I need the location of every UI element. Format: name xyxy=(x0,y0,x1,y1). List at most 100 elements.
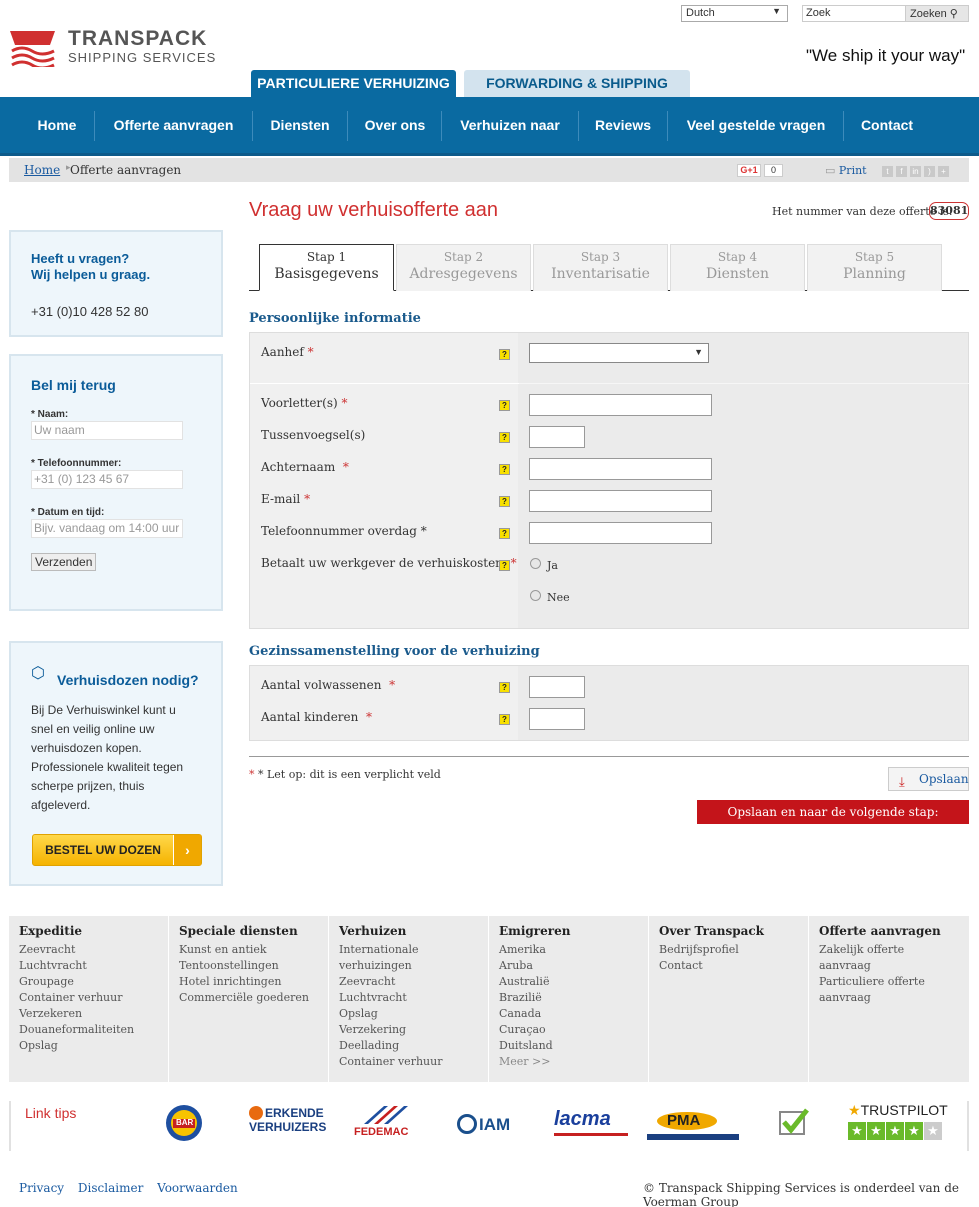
tab-step-1[interactable]: Stap 1 Basisgegevens xyxy=(259,244,394,291)
footer-link[interactable]: Kunst en antiek xyxy=(179,942,318,958)
erkende-verhuizers-logo[interactable]: ERKENDE VERHUIZERS xyxy=(249,1105,326,1141)
disclaimer-link[interactable]: Disclaimer xyxy=(78,1181,143,1195)
nav-offerte-aanvragen[interactable]: Offerte aanvragen xyxy=(100,97,247,153)
achternaam-field[interactable] xyxy=(529,458,712,480)
linkedin-icon[interactable]: in xyxy=(910,166,921,177)
footer-link[interactable]: Brazilië xyxy=(499,990,638,1006)
bar-logo[interactable]: BAR xyxy=(163,1104,205,1142)
help-icon[interactable]: ? xyxy=(499,400,510,411)
nav-reviews[interactable]: Reviews xyxy=(584,97,662,153)
nav-diensten[interactable]: Diensten xyxy=(258,97,342,153)
tab-forwarding-shipping[interactable]: FORWARDING & SHIPPING xyxy=(464,70,690,97)
footer-link[interactable]: Bedrijfsprofiel xyxy=(659,942,798,958)
tab-step-2[interactable]: Stap 2 Adresgegevens xyxy=(396,244,531,291)
footer-link[interactable]: Luchtvracht xyxy=(339,990,478,1006)
footer-link[interactable]: Zakelijk offerte aanvraag xyxy=(819,942,959,974)
search-button[interactable]: Zoeken ⚲ xyxy=(905,5,969,22)
slogan: "We ship it your way" xyxy=(806,46,966,65)
footer-link[interactable]: Deellading xyxy=(339,1038,478,1054)
email-field[interactable] xyxy=(529,490,712,512)
twitter-icon[interactable]: t xyxy=(882,166,893,177)
telefoon-field[interactable] xyxy=(529,522,712,544)
footer-more-link[interactable]: Meer >> xyxy=(499,1054,638,1070)
volwassenen-field[interactable] xyxy=(529,676,585,698)
footer-link[interactable]: Douaneformaliteiten xyxy=(19,1022,158,1038)
next-step-button[interactable]: Opslaan en naar de volgende stap: Adresg… xyxy=(697,800,969,843)
footer-link[interactable]: Commerciële goederen xyxy=(179,990,318,1006)
nav-verhuizen-naar[interactable]: Verhuizen naar xyxy=(447,97,573,153)
chevron-down-icon: ▼ xyxy=(694,347,703,357)
voorletters-field[interactable] xyxy=(529,394,712,416)
footer-link[interactable]: Verzekering xyxy=(339,1022,478,1038)
footer-link[interactable]: Luchtvracht xyxy=(19,958,158,974)
order-boxes-button[interactable]: BESTEL UW DOZEN › xyxy=(32,834,202,866)
gplus-button[interactable]: G+1 xyxy=(737,164,761,177)
footer-link[interactable]: Curaçao xyxy=(499,1022,638,1038)
help-icon[interactable]: ? xyxy=(499,714,510,725)
footer-link[interactable]: Zeevracht xyxy=(19,942,158,958)
chevron-down-icon: ▼ xyxy=(772,6,781,16)
help-icon[interactable]: ? xyxy=(499,432,510,443)
phone-field[interactable]: +31 (0) 123 45 67 xyxy=(31,470,183,489)
help-icon[interactable]: ? xyxy=(499,682,510,693)
footer-link[interactable]: Verzekeren xyxy=(19,1006,158,1022)
footer-link[interactable]: Canada xyxy=(499,1006,638,1022)
help-icon[interactable]: ? xyxy=(499,464,510,475)
nav-contact[interactable]: Contact xyxy=(849,97,925,153)
tab-step-5[interactable]: Stap 5 Planning xyxy=(807,244,942,291)
trustpilot-logo[interactable]: ★TRUSTPILOT ★ ★ ★ ★ ★ xyxy=(848,1102,948,1148)
help-icon[interactable]: ? xyxy=(499,528,510,539)
callback-submit-button[interactable]: Verzenden xyxy=(31,553,97,571)
tab-step-3[interactable]: Stap 3 Inventarisatie xyxy=(533,244,668,291)
footer-link[interactable]: Contact xyxy=(659,958,798,974)
tussenvoegsel-field[interactable] xyxy=(529,426,585,448)
footer-link[interactable]: Aruba xyxy=(499,958,638,974)
logo[interactable] xyxy=(10,31,55,70)
footer-link[interactable]: Groupage xyxy=(19,974,158,990)
footer-link[interactable]: Amerika xyxy=(499,942,638,958)
help-icon[interactable]: ? xyxy=(499,496,510,507)
footer-link[interactable]: Opslag xyxy=(339,1006,478,1022)
privacy-link[interactable]: Privacy xyxy=(19,1181,64,1195)
print-button[interactable]: ▭ Print xyxy=(825,164,867,177)
iam-logo[interactable]: IAM xyxy=(457,1110,521,1140)
voorwaarden-link[interactable]: Voorwaarden xyxy=(157,1181,238,1195)
rss-icon[interactable]: ) xyxy=(924,166,935,177)
name-field[interactable]: Uw naam xyxy=(31,421,183,440)
facebook-icon[interactable]: f xyxy=(896,166,907,177)
radio-nee[interactable] xyxy=(530,590,541,601)
help-box: Heeft u vragen? Wij helpen u graag. +31 … xyxy=(9,230,223,337)
tussenvoegsel-label: Tussenvoegsel(s) xyxy=(261,428,366,442)
footer-link[interactable]: Container verhuur xyxy=(339,1054,478,1070)
radio-ja[interactable] xyxy=(530,558,541,569)
chevron-right-icon: › xyxy=(173,835,201,865)
footer-link[interactable]: Hotel inrichtingen xyxy=(179,974,318,990)
pma-logo[interactable]: PMA xyxy=(647,1110,739,1144)
nav-over-ons[interactable]: Over ons xyxy=(353,97,437,153)
footer-link[interactable]: Duitsland xyxy=(499,1038,638,1054)
search-input[interactable]: Zoek xyxy=(802,5,906,22)
date-field[interactable]: Bijv. vandaag om 14:00 uur xyxy=(31,519,183,538)
lacma-logo[interactable]: lacma xyxy=(554,1108,630,1138)
tab-step-4[interactable]: Stap 4 Diensten xyxy=(670,244,805,291)
checkmark-logo-icon[interactable] xyxy=(777,1106,811,1140)
footer-link[interactable]: Particuliere offerte aanvraag xyxy=(819,974,959,1006)
footer-link[interactable]: Opslag xyxy=(19,1038,158,1054)
tab-particuliere-verhuizing[interactable]: PARTICULIERE VERHUIZING xyxy=(251,70,456,97)
nav-veel-gestelde-vragen[interactable]: Veel gestelde vragen xyxy=(673,97,839,153)
save-button[interactable]: ⤓ Opslaan xyxy=(888,767,969,791)
footer-link[interactable]: Internationale verhuizingen xyxy=(339,942,478,974)
kinderen-field[interactable] xyxy=(529,708,585,730)
language-select[interactable]: Dutch ▼ xyxy=(681,5,788,22)
help-icon[interactable]: ? xyxy=(499,349,510,360)
footer-link[interactable]: Zeevracht xyxy=(339,974,478,990)
nav-home[interactable]: Home xyxy=(24,97,90,153)
footer-link[interactable]: Tentoonstellingen xyxy=(179,958,318,974)
footer-link[interactable]: Container verhuur xyxy=(19,990,158,1006)
aanhef-select[interactable]: ▼ xyxy=(529,343,709,363)
footer-link[interactable]: Australië xyxy=(499,974,638,990)
help-icon[interactable]: ? xyxy=(499,560,510,571)
plus-icon[interactable]: + xyxy=(938,166,949,177)
breadcrumb-home[interactable]: Home xyxy=(24,163,60,177)
fedemac-logo[interactable]: FEDEMAC xyxy=(354,1104,418,1144)
